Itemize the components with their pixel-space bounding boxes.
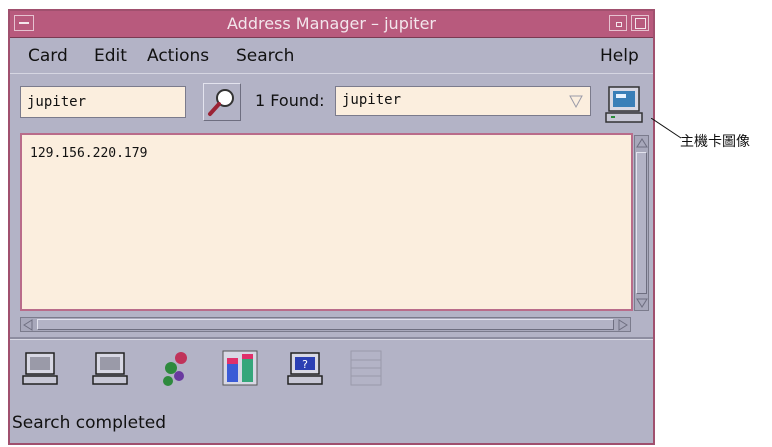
separator [10, 337, 653, 340]
menu-card[interactable]: Card [28, 46, 68, 66]
status-text: Search completed [12, 413, 167, 433]
host-card-image-button[interactable] [603, 84, 645, 126]
scroll-right-icon[interactable] [617, 319, 629, 331]
found-result-value: jupiter [342, 92, 402, 108]
host-computer-icon [605, 86, 643, 123]
minimize-button[interactable] [609, 15, 627, 31]
host-card-image-callout: 主機卡圖像 [680, 134, 750, 150]
horizontal-scroll-thumb[interactable] [37, 319, 614, 330]
menu-bar: Card Edit Actions Search Help [10, 38, 653, 72]
found-results-combo[interactable]: jupiter [335, 86, 591, 116]
title-bar[interactable]: Address Manager – jupiter [10, 11, 653, 38]
search-input[interactable] [20, 86, 186, 118]
host-card-icon[interactable] [20, 348, 60, 388]
vertical-scrollbar[interactable] [634, 135, 649, 311]
menu-search[interactable]: Search [236, 46, 294, 66]
search-button[interactable] [203, 83, 241, 121]
menu-edit[interactable]: Edit [94, 46, 127, 66]
scroll-down-icon[interactable] [636, 297, 648, 309]
svg-text:?: ? [302, 358, 308, 371]
host-card-icon[interactable] [90, 348, 130, 388]
menu-actions[interactable]: Actions [147, 46, 209, 66]
bar-chart-icon[interactable] [220, 348, 260, 388]
toolbar: 1 Found: jupiter [10, 73, 653, 134]
vertical-scroll-thumb[interactable] [636, 152, 647, 294]
gear-cluster-icon[interactable] [155, 348, 195, 388]
list-icon[interactable] [346, 348, 386, 388]
address-manager-window: Address Manager – jupiter Card Edit Acti… [8, 9, 655, 445]
maximize-button[interactable] [631, 15, 649, 31]
magnifier-icon [208, 89, 234, 116]
horizontal-scrollbar[interactable] [20, 317, 631, 332]
found-count-label: 1 Found: [255, 91, 325, 110]
menu-help[interactable]: Help [600, 46, 639, 66]
chevron-down-icon[interactable] [568, 93, 584, 109]
scroll-up-icon[interactable] [636, 137, 648, 149]
scroll-left-icon[interactable] [22, 319, 34, 331]
icon-toolbar: ? [10, 341, 653, 411]
help-host-icon[interactable]: ? [285, 348, 325, 388]
window-title: Address Manager – jupiter [227, 14, 436, 33]
card-content-area[interactable]: 129.156.220.179 [20, 133, 633, 311]
